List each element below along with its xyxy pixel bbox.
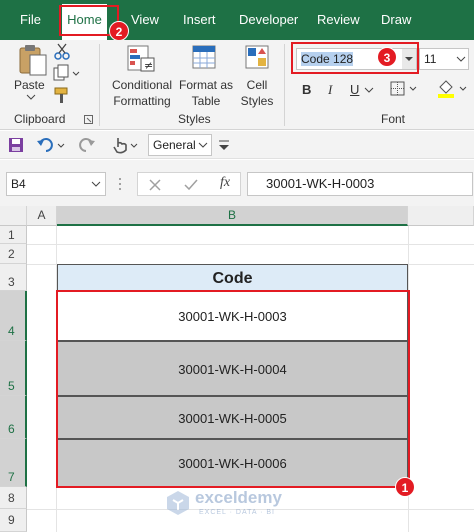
ribbon: Paste Clipboard ≠ Conditional Formatting… [0,40,474,130]
row-header-1[interactable]: 1 [0,226,27,244]
font-name-highlight [291,42,419,74]
redo-icon[interactable] [76,136,100,154]
row-header-9[interactable]: 9 [0,509,27,532]
tab-insert[interactable]: Insert [183,0,216,40]
format-painter-icon[interactable] [53,86,71,104]
touch-mode-icon[interactable] [112,135,140,155]
enter-icon[interactable] [183,178,199,192]
cancel-icon[interactable] [148,178,162,192]
callout-badge-2: 2 [109,21,129,41]
cut-icon[interactable] [53,42,71,60]
format-as-table-line2: Table [191,94,221,108]
tab-review[interactable]: Review [317,0,360,40]
group-separator [284,44,285,126]
number-format-value: General [153,138,196,152]
formula-content: 30001-WK-H-0003 [266,176,375,191]
fill-color-icon[interactable] [436,79,472,99]
watermark-brand: exceldemy [195,488,282,507]
cell-styles-line2: Styles [240,94,274,108]
formula-bar-area: B4 fx 30001-WK-H-0003 [0,160,474,208]
paste-dropdown-icon[interactable] [26,94,36,100]
font-group-label: Font [381,112,406,126]
group-separator [99,44,100,126]
gridline [27,244,474,245]
select-all-corner[interactable] [0,206,27,226]
font-size-box[interactable]: 11 [419,48,469,70]
format-as-table-icon[interactable] [191,44,219,72]
paste-label[interactable]: Paste [14,78,45,92]
clipboard-launcher-icon[interactable] [84,115,93,124]
exceldemy-watermark: exceldemy EXCEL · DATA · BI [165,488,315,524]
column-header-b[interactable]: B [57,206,408,226]
row-header-4[interactable]: 4 [0,291,27,341]
underline-button[interactable]: U [350,82,359,97]
cell-styles-button[interactable]: Cell Styles [232,77,282,109]
formula-bar-grip-icon[interactable] [118,176,122,192]
code-header-cell[interactable]: Code [57,264,408,291]
tab-view[interactable]: View [131,0,159,40]
save-icon[interactable] [8,137,24,153]
font-size-dropdown-icon[interactable] [456,56,466,62]
insert-function-button[interactable]: fx [220,175,230,191]
row-header-5[interactable]: 5 [0,341,27,396]
column-header-c[interactable] [408,206,474,226]
formula-input[interactable]: 30001-WK-H-0003 [247,172,473,196]
conditional-formatting-icon[interactable]: ≠ [126,44,156,74]
format-as-table-button[interactable]: Format as Table [176,77,236,109]
font-size-value[interactable]: 11 [424,52,436,66]
name-box[interactable]: B4 [6,172,106,196]
underline-dropdown-icon[interactable] [364,87,374,93]
exceldemy-logo-icon [167,491,189,515]
conditional-formatting-button[interactable]: Conditional Formatting [110,77,174,109]
row-header-7[interactable]: 7 [0,439,27,487]
callout-badge-3: 3 [377,47,397,67]
column-header-a[interactable]: A [27,206,57,226]
row-header-6[interactable]: 6 [0,396,27,439]
undo-icon[interactable] [36,136,66,154]
format-as-table-line1: Format as [178,78,233,92]
conditional-formatting-line2: Formatting [113,94,171,108]
number-format-dropdown-icon[interactable] [198,142,208,148]
copy-icon[interactable] [53,64,81,82]
cell-styles-line1: Cell [246,78,268,92]
selection-highlight [56,290,410,488]
watermark-tagline: EXCEL · DATA · BI [199,509,275,516]
styles-group-label: Styles [178,112,211,126]
row-header-3[interactable]: 3 [0,264,27,291]
customize-qat-icon[interactable] [216,137,232,153]
tab-developer[interactable]: Developer [239,0,298,40]
tab-draw[interactable]: Draw [381,0,411,40]
row-header-8[interactable]: 8 [0,487,27,509]
number-format-box[interactable]: General [148,134,212,156]
quick-access-toolbar: General [0,131,474,159]
cell-styles-icon[interactable] [244,44,272,72]
borders-icon[interactable] [390,81,420,97]
row-header-2[interactable]: 2 [0,244,27,264]
name-box-value[interactable]: B4 [11,177,26,191]
svg-text:≠: ≠ [144,59,153,72]
bold-button[interactable]: B [302,82,311,97]
clipboard-group-label: Clipboard [14,112,66,126]
callout-badge-1: 1 [395,477,415,497]
tab-file[interactable]: File [20,0,41,40]
italic-button[interactable]: I [328,82,332,98]
paste-icon[interactable] [16,43,50,77]
conditional-formatting-line1: Conditional [111,78,173,92]
name-box-dropdown-icon[interactable] [91,181,101,187]
formula-buttons: fx [137,172,241,196]
